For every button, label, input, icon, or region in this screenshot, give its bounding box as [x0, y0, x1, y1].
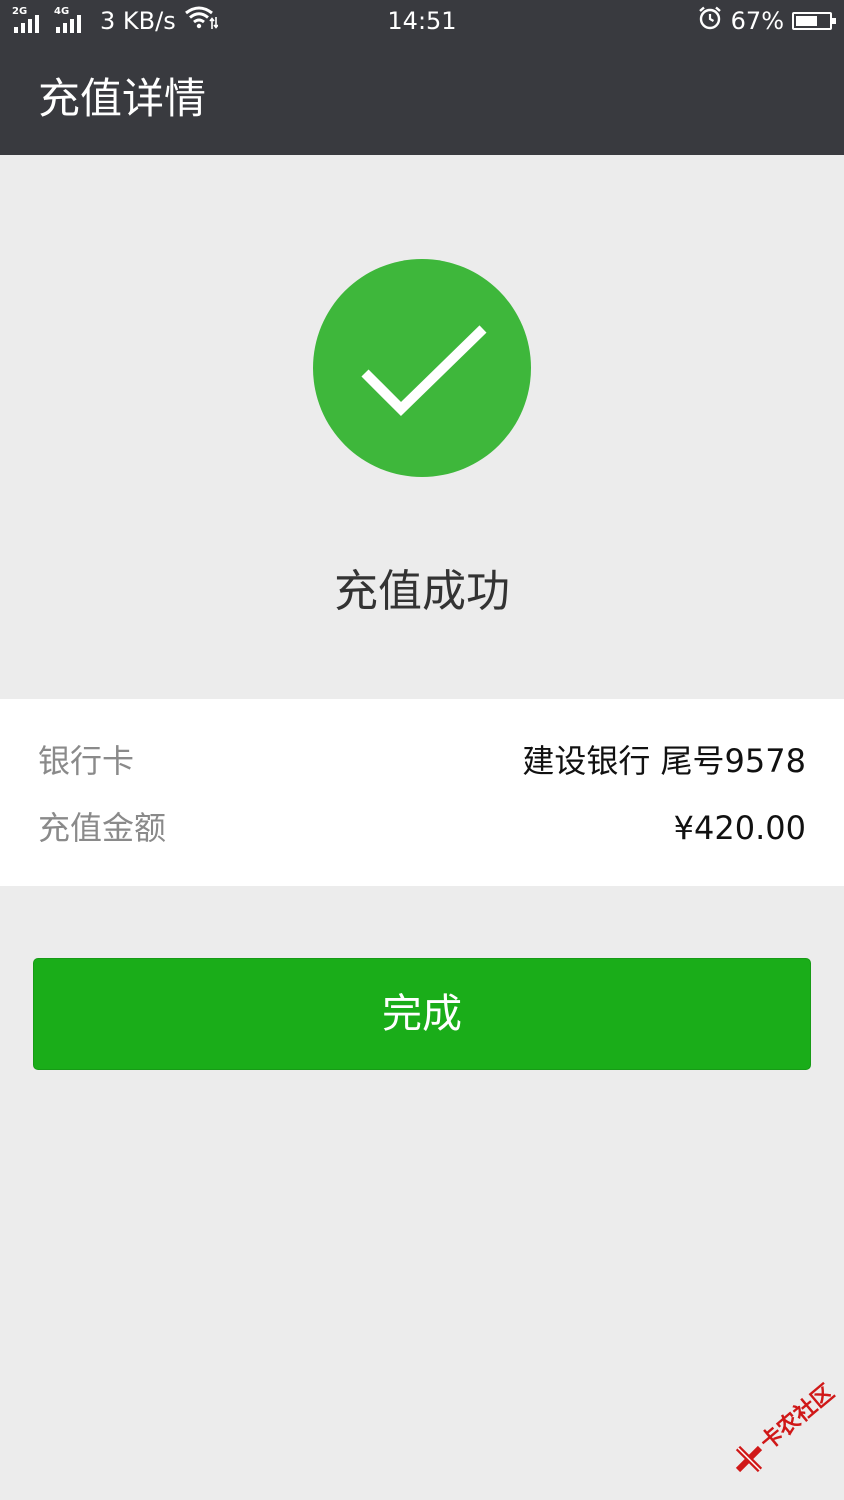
battery-percent: 67%	[730, 7, 784, 35]
watermark-text: 卡农社区	[755, 1380, 840, 1456]
page-title: 充值详情	[38, 74, 207, 123]
detail-label: 充值金额	[38, 809, 167, 847]
battery-icon	[792, 12, 836, 30]
status-bar: 2G 4G 3 KB/s 14:51 67%	[0, 0, 844, 42]
status-right: 67%	[697, 0, 836, 42]
result-status-text: 充值成功	[334, 566, 510, 617]
result-section: 充值成功	[0, 155, 844, 699]
detail-value: ¥420.00	[673, 809, 806, 847]
watermark-icon	[735, 1445, 763, 1473]
title-bar: 充值详情	[0, 42, 844, 155]
watermark-logo: 卡农社区	[734, 1380, 839, 1478]
done-button[interactable]: 完成	[33, 958, 811, 1070]
detail-row-bank-card: 银行卡 建设银行 尾号9578	[0, 731, 844, 791]
alarm-icon	[697, 5, 723, 37]
detail-row-amount: 充值金额 ¥420.00	[0, 798, 844, 858]
detail-panel: 银行卡 建设银行 尾号9578 充值金额 ¥420.00	[0, 699, 844, 886]
success-check-icon	[313, 259, 531, 477]
detail-value: 建设银行 尾号9578	[522, 742, 806, 780]
detail-label: 银行卡	[38, 742, 135, 780]
